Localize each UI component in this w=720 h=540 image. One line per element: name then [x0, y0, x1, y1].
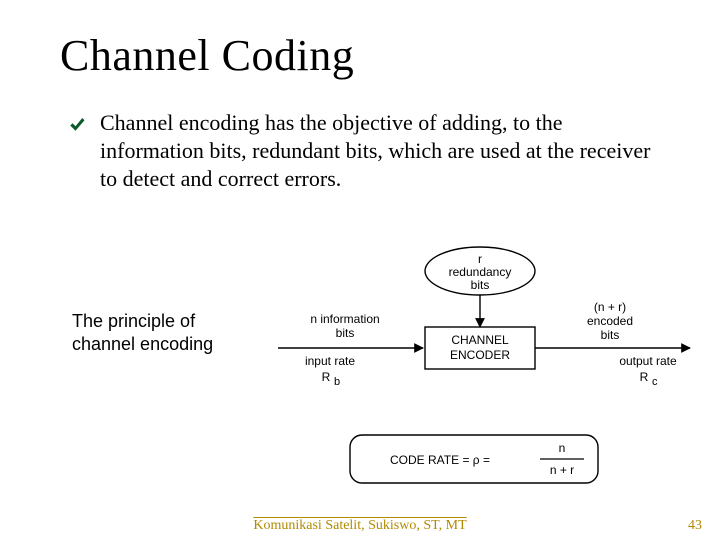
encoder-bottom: ENCODER: [450, 348, 510, 362]
channel-encoding-diagram: r redundancy bits CHANNEL ENCODER n info…: [260, 245, 700, 505]
n-info: n information: [310, 312, 379, 326]
input-rate-sub: b: [334, 376, 340, 388]
input-rate: input rate: [305, 354, 355, 368]
page-title: Channel Coding: [60, 30, 670, 81]
encoded-bits: bits: [601, 328, 620, 342]
output-rate-sym: R: [640, 370, 649, 384]
encoder-top: CHANNEL: [451, 333, 509, 347]
diagram-caption: The principle of channel encoding: [72, 310, 242, 355]
encoded-mid: encoded: [587, 314, 633, 328]
bullet-text: Channel encoding has the objective of ad…: [100, 109, 660, 193]
n-info-bits: bits: [336, 326, 355, 340]
output-rate: output rate: [619, 354, 677, 368]
page-number: 43: [688, 518, 702, 534]
encoded-top: (n + r): [594, 300, 626, 314]
code-rate-label: CODE RATE = ρ =: [390, 453, 490, 467]
redundancy-label: redundancy: [449, 265, 512, 279]
frac-bottom: n + r: [550, 463, 574, 477]
input-rate-sym: R: [322, 370, 331, 384]
bullet-item: Channel encoding has the objective of ad…: [68, 109, 670, 193]
redundancy-bits: bits: [471, 278, 490, 292]
frac-top: n: [559, 441, 566, 455]
redundancy-r: r: [478, 252, 482, 266]
footer-text: Komunikasi Satelit, Sukiswo, ST, MT: [0, 518, 720, 534]
checkmark-icon: [68, 115, 86, 133]
output-rate-sub: c: [652, 376, 658, 388]
slide: Channel Coding Channel encoding has the …: [0, 0, 720, 540]
